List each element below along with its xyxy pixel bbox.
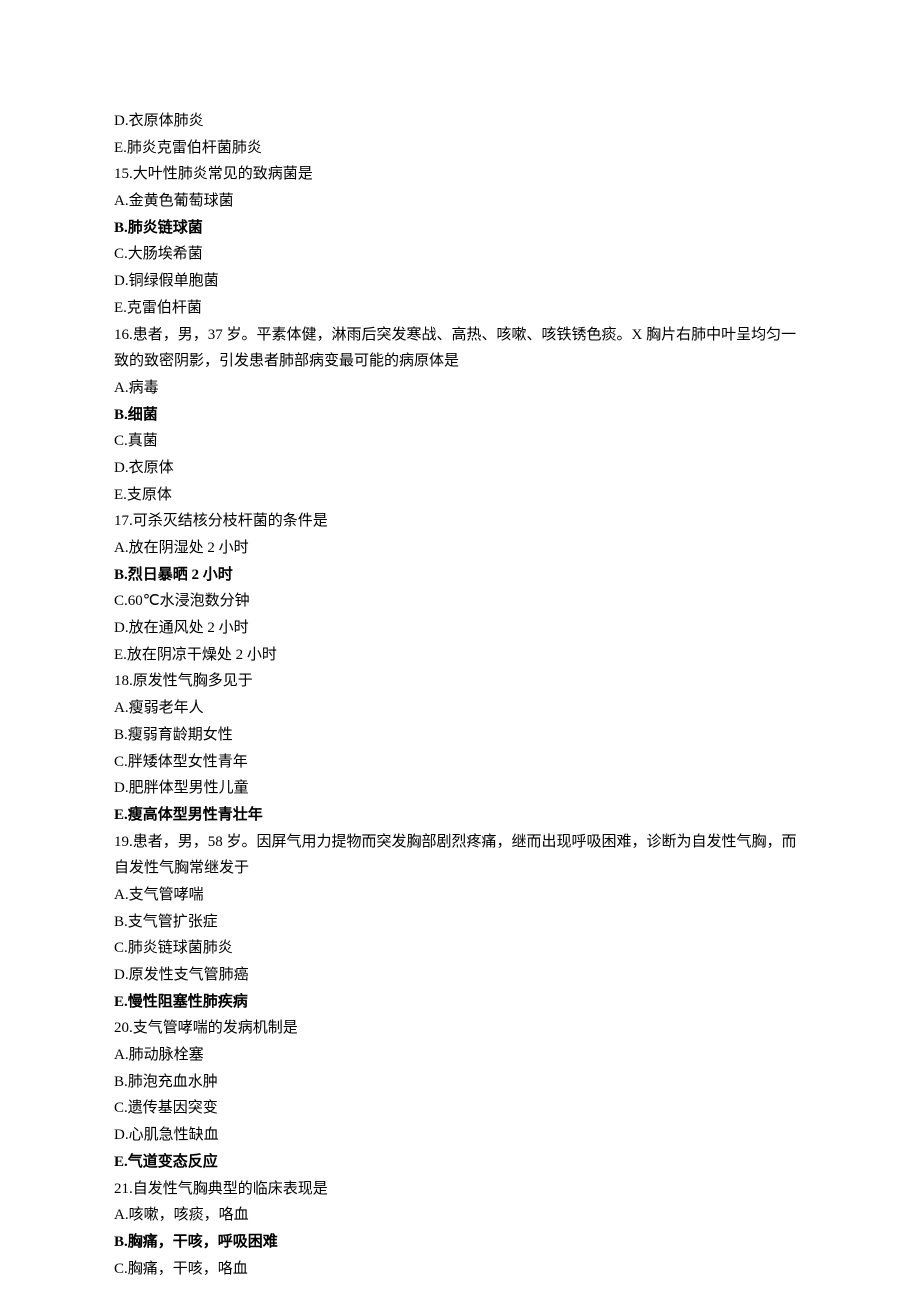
text-line: E.气道变态反应 [114,1149,806,1176]
text-line: B.细菌 [114,402,806,429]
text-line: B.肺泡充血水肿 [114,1069,806,1096]
text-line: D.放在通风处 2 小时 [114,615,806,642]
text-line: E.克雷伯杆菌 [114,295,806,322]
text-line: C.遗传基因突变 [114,1095,806,1122]
text-line: B.支气管扩张症 [114,909,806,936]
text-line: 18.原发性气胸多见于 [114,668,806,695]
text-line: C.大肠埃希菌 [114,241,806,268]
text-line: 20.支气管哮喘的发病机制是 [114,1015,806,1042]
text-line: E.瘦高体型男性青壮年 [114,802,806,829]
text-line: E.放在阴凉干燥处 2 小时 [114,642,806,669]
text-line: B.烈日暴晒 2 小时 [114,562,806,589]
text-line: A.支气管哮喘 [114,882,806,909]
text-line: 21.自发性气胸典型的临床表现是 [114,1176,806,1203]
text-line: E.支原体 [114,482,806,509]
text-line: A.病毒 [114,375,806,402]
text-line: A.咳嗽，咳痰，咯血 [114,1202,806,1229]
text-line: 17.可杀灭结核分枝杆菌的条件是 [114,508,806,535]
text-line: 16.患者，男，37 岁。平素体健，淋雨后突发寒战、高热、咳嗽、咳铁锈色痰。X … [114,322,806,375]
text-line: C.肺炎链球菌肺炎 [114,935,806,962]
document-body: D.衣原体肺炎E.肺炎克雷伯杆菌肺炎15.大叶性肺炎常见的致病菌是A.金黄色葡萄… [114,108,806,1282]
text-line: D.铜绿假单胞菌 [114,268,806,295]
text-line: A.肺动脉栓塞 [114,1042,806,1069]
text-line: C.胸痛，干咳，咯血 [114,1256,806,1283]
text-line: C.60℃水浸泡数分钟 [114,588,806,615]
text-line: C.胖矮体型女性青年 [114,749,806,776]
text-line: 15.大叶性肺炎常见的致病菌是 [114,161,806,188]
text-line: D.衣原体肺炎 [114,108,806,135]
text-line: E.慢性阻塞性肺疾病 [114,989,806,1016]
text-line: E.肺炎克雷伯杆菌肺炎 [114,135,806,162]
text-line: B.肺炎链球菌 [114,215,806,242]
text-line: D.肥胖体型男性儿童 [114,775,806,802]
text-line: D.原发性支气管肺癌 [114,962,806,989]
text-line: C.真菌 [114,428,806,455]
text-line: B.瘦弱育龄期女性 [114,722,806,749]
text-line: D.衣原体 [114,455,806,482]
text-line: B.胸痛，干咳，呼吸困难 [114,1229,806,1256]
text-line: A.放在阴湿处 2 小时 [114,535,806,562]
text-line: A.金黄色葡萄球菌 [114,188,806,215]
text-line: 19.患者，男，58 岁。因屏气用力提物而突发胸部剧烈疼痛，继而出现呼吸困难，诊… [114,829,806,882]
text-line: A.瘦弱老年人 [114,695,806,722]
text-line: D.心肌急性缺血 [114,1122,806,1149]
